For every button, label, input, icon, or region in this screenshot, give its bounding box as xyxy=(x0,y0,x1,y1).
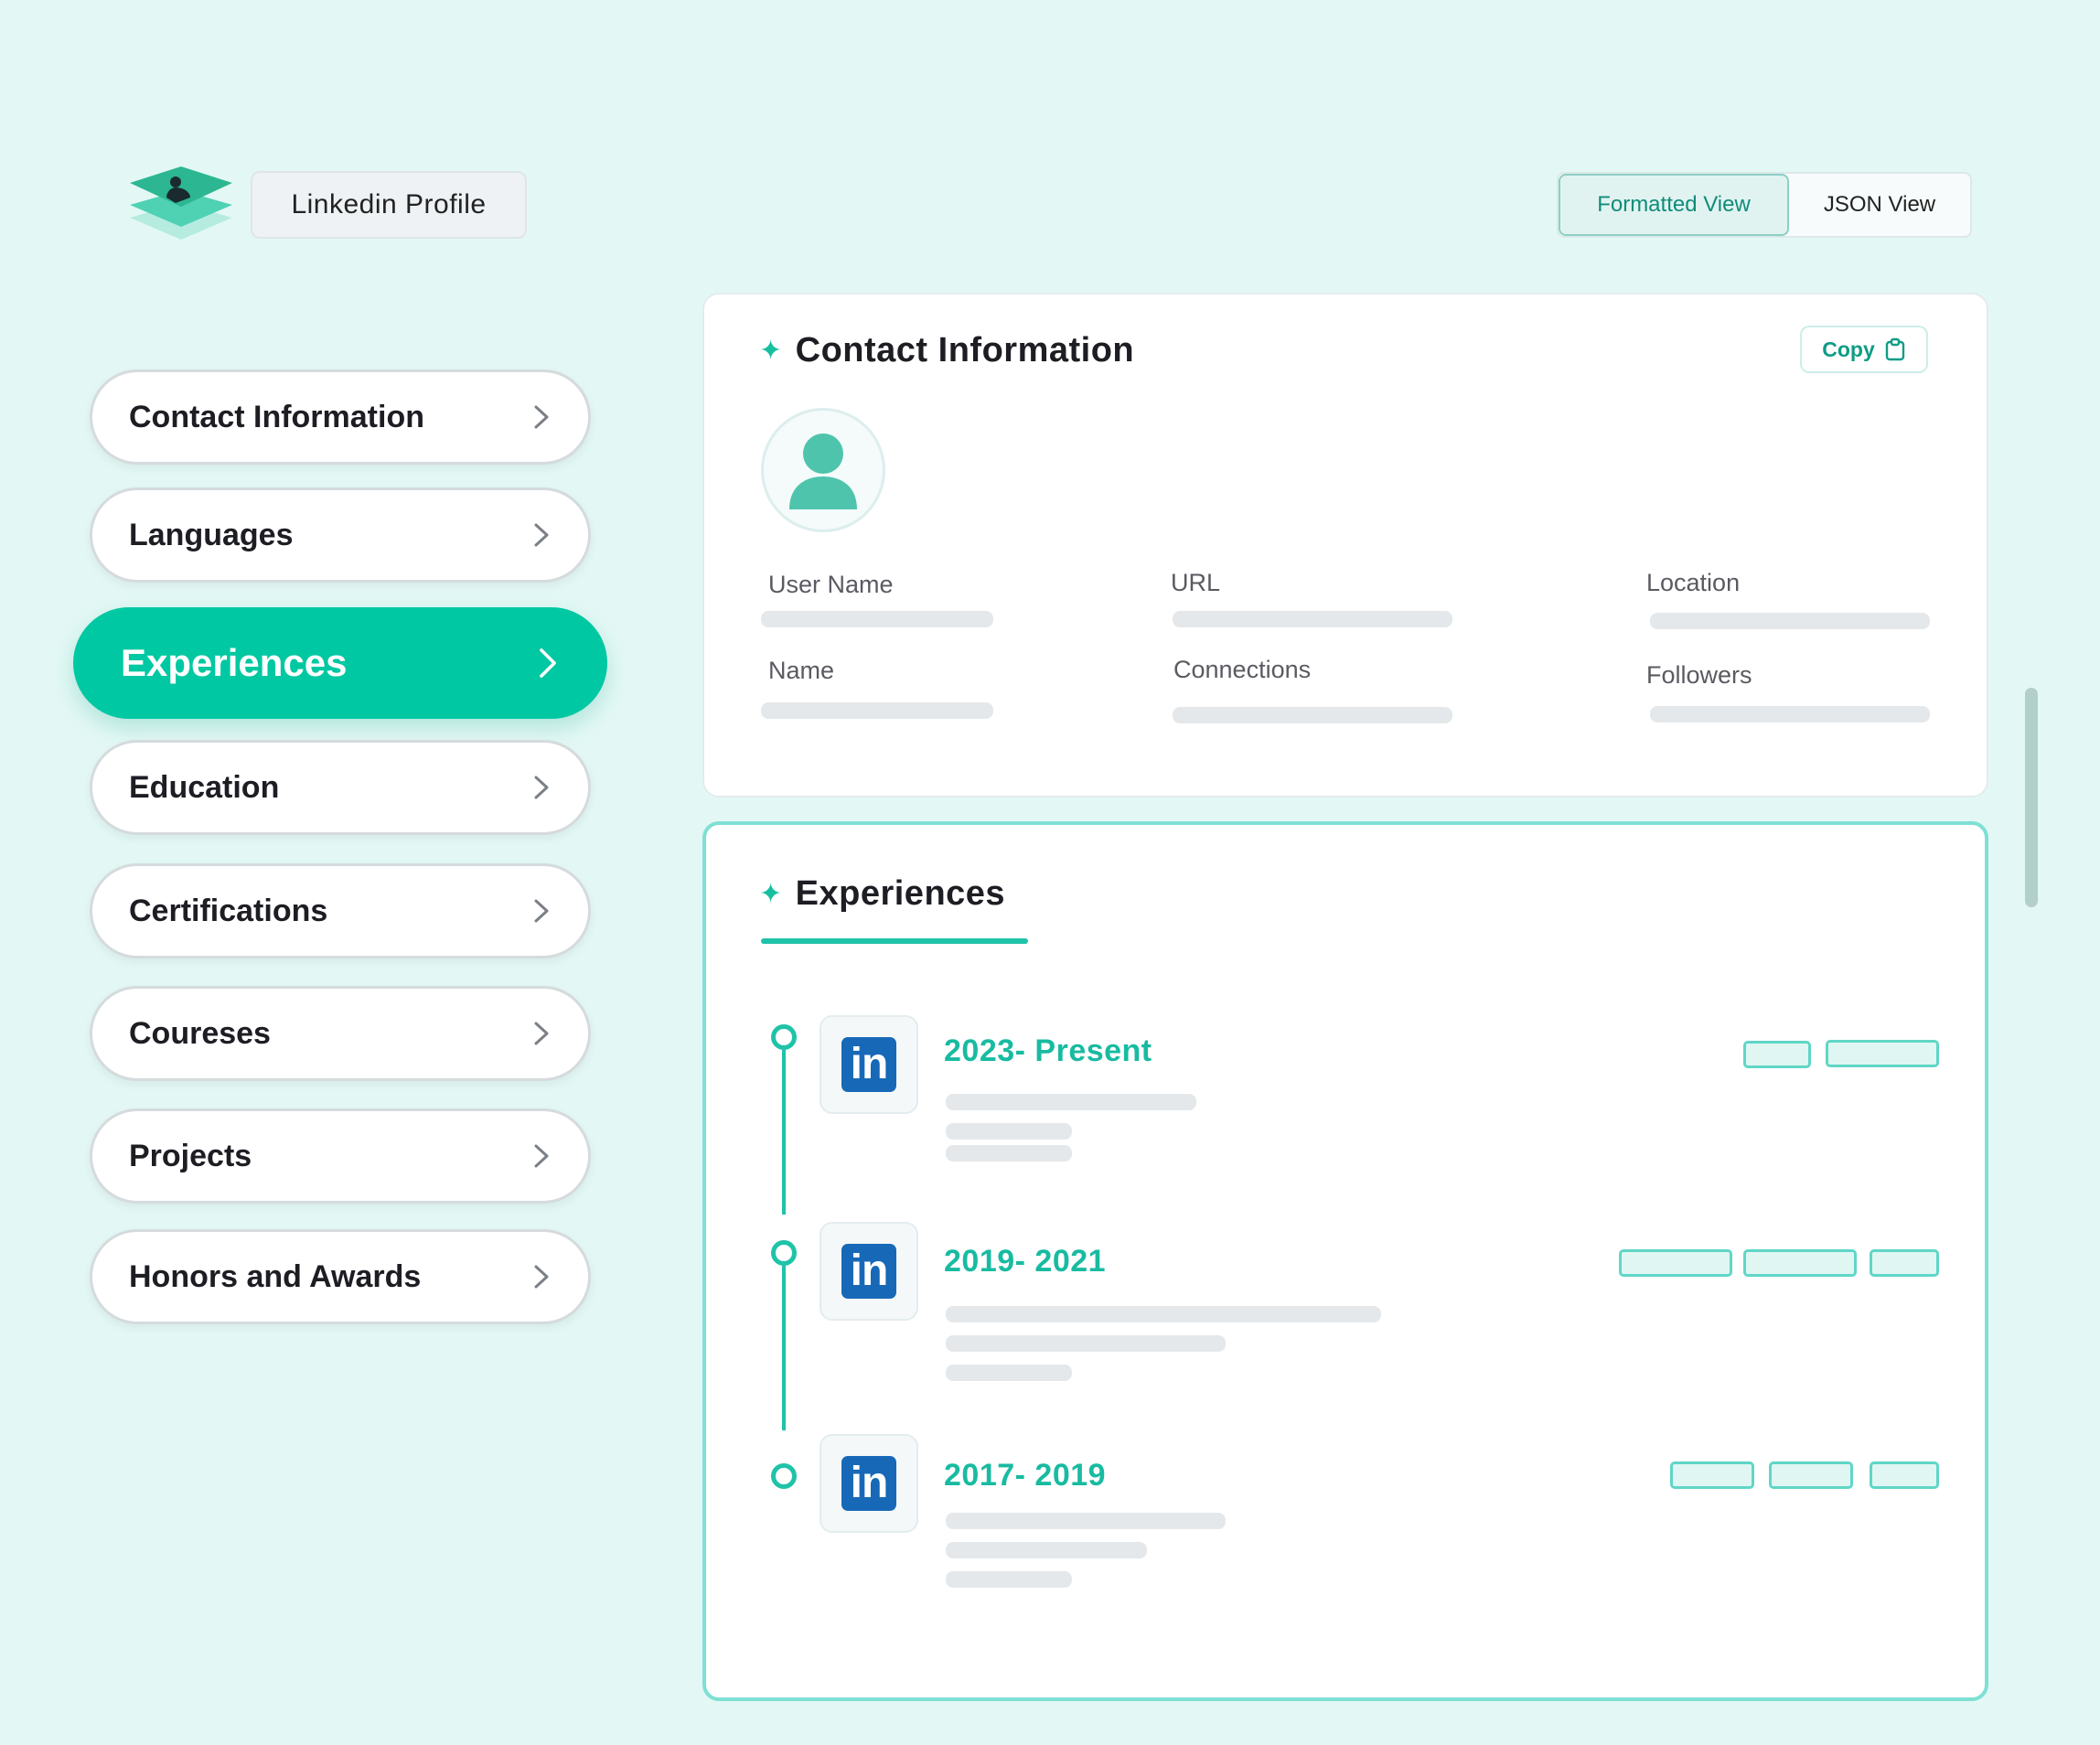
experience-period: 2019- 2021 xyxy=(944,1244,1107,1279)
app-logo-icon xyxy=(130,166,232,240)
scrollbar[interactable] xyxy=(2025,688,2038,907)
sidebar-item-courses[interactable]: Coureses xyxy=(90,986,591,1081)
timeline-dot xyxy=(771,1240,797,1266)
tab-formatted-view[interactable]: Formatted View xyxy=(1559,174,1789,236)
experience-tag xyxy=(1670,1461,1754,1489)
experience-detail-placeholder xyxy=(946,1365,1072,1381)
experience-tag xyxy=(1619,1249,1732,1277)
timeline-connector xyxy=(782,1050,786,1215)
timeline-dot xyxy=(771,1024,797,1050)
url-value-placeholder xyxy=(1173,611,1452,627)
company-logo: in xyxy=(820,1222,918,1321)
user-avatar-icon xyxy=(789,434,857,509)
experience-detail-placeholder xyxy=(946,1571,1072,1588)
experience-tag xyxy=(1743,1249,1857,1277)
experience-tag xyxy=(1743,1041,1811,1068)
experience-title-placeholder xyxy=(946,1094,1196,1110)
chevron-right-icon xyxy=(534,899,549,923)
experiences-title: Experiences xyxy=(795,874,1006,913)
experience-detail-placeholder xyxy=(946,1542,1147,1558)
sidebar-item-experiences[interactable]: Experiences xyxy=(73,607,607,719)
experience-tag xyxy=(1870,1461,1939,1489)
experience-tag xyxy=(1870,1249,1939,1277)
experience-title-placeholder xyxy=(946,1513,1226,1529)
name-label: Name xyxy=(768,657,835,684)
sidebar-item-label: Languages xyxy=(129,517,294,552)
location-value-placeholder xyxy=(1650,613,1930,629)
sidebar-item-education[interactable]: Education xyxy=(90,740,591,835)
contact-information-title: Contact Information xyxy=(795,331,1135,369)
experience-tag xyxy=(1769,1461,1853,1489)
followers-label: Followers xyxy=(1646,661,1752,689)
chevron-right-icon xyxy=(534,1144,549,1168)
sparkle-icon: ✦ xyxy=(759,879,783,909)
company-logo: in xyxy=(820,1434,918,1533)
clipboard-icon xyxy=(1885,337,1904,361)
experience-period: 2023- Present xyxy=(944,1033,1152,1068)
sidebar-item-label: Certifications xyxy=(129,893,328,928)
connections-label: Connections xyxy=(1173,656,1312,683)
sidebar-item-certifications[interactable]: Certifications xyxy=(90,863,591,958)
sidebar-item-label: Contact Information xyxy=(129,399,424,434)
experience-detail-placeholder xyxy=(946,1335,1226,1352)
chevron-right-icon xyxy=(534,1022,549,1045)
location-label: Location xyxy=(1646,569,1741,596)
sidebar-item-contact-information[interactable]: Contact Information xyxy=(90,369,591,465)
experience-period: 2017- 2019 xyxy=(944,1458,1107,1493)
tab-json-view[interactable]: JSON View xyxy=(1789,174,1970,236)
timeline-connector xyxy=(782,1266,786,1430)
chevron-right-icon xyxy=(534,523,549,547)
experiences-heading: ✦ Experiences xyxy=(759,874,1005,914)
sparkle-icon: ✦ xyxy=(759,336,783,366)
chevron-right-icon xyxy=(540,648,556,678)
sidebar-item-label: Education xyxy=(129,769,280,805)
chevron-right-icon xyxy=(534,1265,549,1289)
linkedin-icon: in xyxy=(841,1456,896,1511)
experience-detail-placeholder xyxy=(946,1123,1072,1140)
sidebar-item-honors-and-awards[interactable]: Honors and Awards xyxy=(90,1229,591,1324)
timeline-dot xyxy=(771,1463,797,1489)
avatar xyxy=(761,408,885,532)
company-logo: in xyxy=(820,1015,918,1114)
app-title: Linkedin Profile xyxy=(251,171,527,239)
name-value-placeholder xyxy=(761,702,993,719)
sidebar-item-label: Honors and Awards xyxy=(129,1258,422,1294)
copy-button[interactable]: Copy xyxy=(1800,326,1928,373)
user-name-label: User Name xyxy=(768,571,894,598)
experience-tag xyxy=(1826,1040,1939,1067)
chevron-right-icon xyxy=(534,776,549,799)
followers-value-placeholder xyxy=(1650,706,1930,723)
sidebar-item-projects[interactable]: Projects xyxy=(90,1108,591,1204)
experiences-tab-underline xyxy=(761,938,1028,944)
view-toggle: Formatted View JSON View xyxy=(1557,172,1972,238)
contact-information-heading: ✦ Contact Information xyxy=(759,331,1134,370)
sidebar-item-label: Experiences xyxy=(121,641,348,684)
user-name-value-placeholder xyxy=(761,611,993,627)
experience-detail-placeholder xyxy=(946,1145,1072,1162)
sidebar-item-label: Coureses xyxy=(129,1015,271,1051)
chevron-right-icon xyxy=(534,405,549,429)
sidebar-item-label: Projects xyxy=(129,1138,252,1173)
copy-label: Copy xyxy=(1822,337,1875,361)
sidebar-item-languages[interactable]: Languages xyxy=(90,487,591,583)
connections-value-placeholder xyxy=(1173,707,1452,723)
linkedin-icon: in xyxy=(841,1037,896,1092)
experience-title-placeholder xyxy=(946,1306,1381,1322)
url-label: URL xyxy=(1171,569,1221,596)
linkedin-icon: in xyxy=(841,1244,896,1299)
